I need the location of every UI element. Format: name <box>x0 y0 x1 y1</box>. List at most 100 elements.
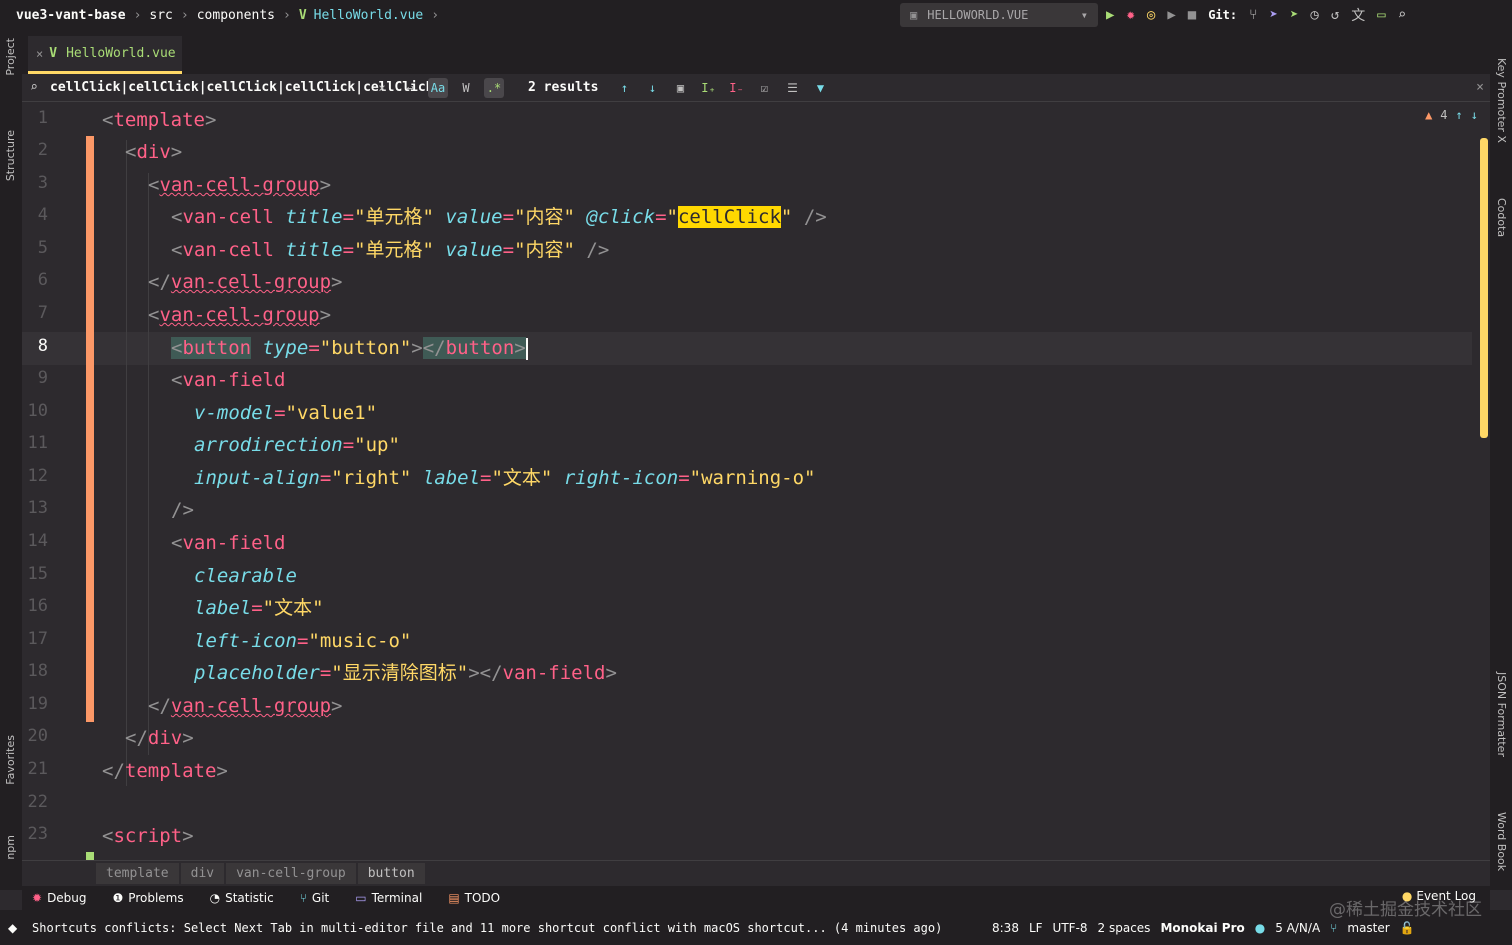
close-icon[interactable]: × <box>36 47 43 61</box>
breadcrumb-div[interactable]: div <box>180 863 225 884</box>
code-line-current: <button type="button"></button> <box>171 337 528 360</box>
tool-window-statistic[interactable]: ◔ Statistic <box>210 891 274 905</box>
line-number: 23 <box>27 824 48 844</box>
search-icon[interactable]: ⌕ <box>1398 7 1406 23</box>
watermark: @稀土掘金技术社区 <box>1329 900 1482 920</box>
code-line: left-icon="music-o" <box>194 630 412 652</box>
add-occurrence-icon[interactable]: I₊ <box>698 78 718 98</box>
select-all-occurrences-icon[interactable]: ☑ <box>754 78 774 98</box>
status-na[interactable]: 5 A/N/A <box>1275 921 1320 935</box>
match-case-toggle[interactable]: Aa <box>428 77 448 98</box>
search-input[interactable]: cellClick|cellClick|cellClick|cellClick|… <box>50 80 434 95</box>
structure-breadcrumb: template div van-cell-group button <box>22 860 1490 886</box>
previous-occurrence-icon[interactable]: ↑ <box>614 78 634 98</box>
json-formatter-toggle[interactable]: JSON Formatter <box>1495 672 1508 757</box>
key-promoter-toggle[interactable]: Key Promoter X <box>1495 58 1508 143</box>
file-encoding[interactable]: UTF-8 <box>1053 921 1088 935</box>
indent-setting[interactable]: 2 spaces <box>1098 921 1151 935</box>
inspection-widget[interactable]: ▲ 4 ↑ ↓ <box>1425 108 1490 122</box>
run-configuration-select[interactable]: ▣ HELLOWORLD.VUE ▾ <box>900 3 1098 27</box>
debug-icon[interactable]: ✹ <box>1126 7 1134 23</box>
line-separator[interactable]: LF <box>1029 921 1043 935</box>
translate-icon[interactable]: 文 <box>1351 5 1365 25</box>
breadcrumb-components[interactable]: components <box>197 8 275 23</box>
breadcrumb-template[interactable]: template <box>96 863 179 884</box>
new-line-icon[interactable]: ↩ <box>400 78 420 98</box>
structure-panel-toggle[interactable]: Structure <box>4 130 17 181</box>
tool-window-problems[interactable]: ❶ Problems <box>113 891 184 905</box>
breadcrumb: vue3-vant-base › src › components › V He… <box>16 0 443 30</box>
tab-helloworld-vue[interactable]: × V HelloWorld.vue <box>28 36 182 74</box>
line-number: 3 <box>37 173 48 193</box>
favorites-panel-toggle[interactable]: Favorites <box>4 735 17 785</box>
tool-window-terminal[interactable]: ▭ Terminal <box>355 891 422 905</box>
indent-guide <box>148 173 149 755</box>
editor-tab-bar: × V HelloWorld.vue <box>22 30 1490 74</box>
git-update-icon[interactable]: ⑂ <box>1249 7 1257 23</box>
close-find-icon[interactable]: × <box>1476 80 1484 95</box>
search-match: cellClick <box>677 206 781 228</box>
tool-window-todo[interactable]: ▤ TODO <box>448 891 500 905</box>
vcs-change-marker[interactable] <box>86 136 94 722</box>
run-icon[interactable]: ▶ <box>1106 7 1114 23</box>
caret-position[interactable]: 8:38 <box>992 921 1019 935</box>
next-highlighted-error-icon[interactable]: ↓ <box>1471 108 1478 122</box>
chevron-right-icon: › <box>180 7 189 23</box>
text-caret <box>525 337 528 360</box>
line-number: 15 <box>27 564 48 584</box>
remove-occurrence-icon[interactable]: I₋ <box>726 78 746 98</box>
code-line: <van-cell-group> <box>148 174 332 196</box>
status-bar: ◆ Shortcuts conflicts: Select Next Tab i… <box>0 910 1512 945</box>
breadcrumb-button[interactable]: button <box>357 863 425 884</box>
profile-icon[interactable]: ▶ <box>1167 7 1175 23</box>
info-icon: ❶ <box>112 891 124 905</box>
line-number: 13 <box>27 498 48 518</box>
stop-icon[interactable]: ■ <box>1188 7 1196 23</box>
git-branch[interactable]: master <box>1347 921 1389 935</box>
codota-toggle[interactable]: Codota <box>1495 198 1508 237</box>
project-panel-toggle[interactable]: Project <box>4 38 17 76</box>
word-book-toggle[interactable]: Word Book <box>1495 812 1508 871</box>
npm-panel-toggle[interactable]: npm <box>4 835 17 860</box>
clear-search-icon[interactable]: × <box>372 78 392 98</box>
line-number: 7 <box>37 303 48 323</box>
chart-icon: ◔ <box>209 891 221 905</box>
history-icon[interactable]: ◷ <box>1310 7 1318 23</box>
tool-window-label: Git <box>311 891 330 905</box>
filter-search-icon[interactable]: ☰ <box>782 78 802 98</box>
breadcrumb-file[interactable]: HelloWorld.vue <box>314 8 424 23</box>
vcs-added-marker[interactable] <box>86 852 94 860</box>
breadcrumb-van-cell-group[interactable]: van-cell-group <box>226 863 356 884</box>
breadcrumb-project[interactable]: vue3-vant-base <box>16 8 126 23</box>
open-in-window-icon[interactable]: ▣ <box>670 78 690 98</box>
status-message[interactable]: Shortcuts conflicts: Select Next Tab in … <box>32 921 982 935</box>
line-number: 22 <box>27 792 48 812</box>
vue-file-icon: V <box>298 7 307 23</box>
line-number: 16 <box>27 596 48 616</box>
code-editor[interactable]: 1 2 3 4 5 6 7 8 9 10 11 12 13 14 15 16 1… <box>22 102 1490 860</box>
theme-name[interactable]: Monokai Pro <box>1160 921 1244 935</box>
terminal-icon: ▭ <box>355 891 367 905</box>
lock-icon[interactable]: 🔓 <box>1400 921 1415 935</box>
previous-highlighted-error-icon[interactable]: ↑ <box>1456 108 1463 122</box>
tool-window-git[interactable]: ⑂ Git <box>300 891 330 905</box>
git-commit-icon[interactable]: ➤ <box>1290 7 1298 23</box>
line-number: 10 <box>27 401 48 421</box>
vue-file-icon: V <box>49 46 58 61</box>
words-toggle[interactable]: W <box>456 78 476 98</box>
coverage-icon[interactable]: ◎ <box>1147 7 1155 23</box>
regex-toggle[interactable]: .* <box>484 77 504 98</box>
tool-window-debug[interactable]: ✹ Debug <box>32 891 87 905</box>
rollback-icon[interactable]: ↺ <box>1331 7 1339 23</box>
line-number: 20 <box>27 726 48 746</box>
filter-icon[interactable]: ▼ <box>810 78 830 98</box>
line-number: 14 <box>27 531 48 551</box>
breadcrumb-src[interactable]: src <box>149 8 172 23</box>
code-line: <van-field <box>171 369 286 391</box>
search-icon[interactable]: ⌕ <box>30 80 38 95</box>
terminal-icon[interactable]: ▭ <box>1377 7 1385 23</box>
next-occurrence-icon[interactable]: ↓ <box>642 78 662 98</box>
chevron-down-icon: ▾ <box>1080 8 1088 22</box>
git-push-icon[interactable]: ➤ <box>1270 7 1278 23</box>
scrollbar-thumb[interactable] <box>1480 138 1488 438</box>
